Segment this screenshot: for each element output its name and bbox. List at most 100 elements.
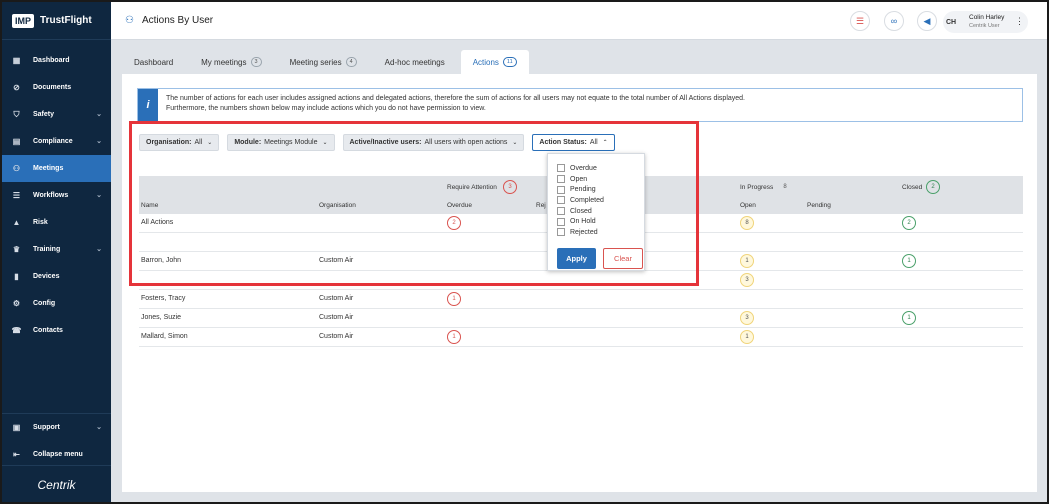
sidebar-item-support[interactable]: ▣ Support ⌄	[2, 414, 111, 441]
table-row[interactable]: Mallard, Simon Custom Air 1 1	[139, 328, 1023, 347]
overdue-count[interactable]: 2	[447, 216, 461, 230]
tab-meeting-series[interactable]: Meeting series 4	[278, 50, 369, 74]
table-row[interactable]: 3	[139, 271, 1023, 290]
sidebar-item-devices[interactable]: ▮ Devices	[2, 263, 111, 290]
sidebar-item-risk[interactable]: ▲ Risk	[2, 209, 111, 236]
sidebar: IMP TrustFlight ▦ Dashboard ⊘ Documents ⛉ Saf…	[2, 2, 111, 502]
row-name: Mallard, Simon	[141, 333, 188, 340]
workflow-icon: ☰	[12, 191, 21, 200]
imp-logo: IMP	[12, 13, 35, 28]
option-label: Rejected	[570, 228, 598, 236]
meetings-icon: ⚇	[12, 164, 21, 173]
tab-ad-hoc-meetings[interactable]: Ad-hoc meetings	[373, 50, 457, 74]
active-users-filter[interactable]: Active/Inactive users: All users with op…	[342, 134, 525, 151]
tab-count-badge: 3	[250, 57, 262, 67]
open-count[interactable]: 3	[740, 273, 754, 287]
row-name: All Actions	[141, 219, 174, 226]
sidebar-item-safety[interactable]: ⛉ Safety ⌄	[2, 101, 111, 128]
overdue-count[interactable]: 1	[447, 292, 461, 306]
col-name[interactable]: Name	[141, 202, 158, 209]
info-banner: i The number of actions for each user in…	[137, 88, 1023, 122]
sidebar-item-label: Support	[33, 424, 60, 431]
col-open[interactable]: Open	[740, 202, 756, 209]
sidebar-item-compliance[interactable]: ▤ Compliance ⌄	[2, 128, 111, 155]
checkbox[interactable]	[557, 185, 565, 194]
collapse-menu-button[interactable]: ⇤ Collapse menu	[2, 441, 111, 468]
sidebar-item-config[interactable]: ⚙ Config	[2, 290, 111, 317]
sidebar-item-label: Risk	[33, 219, 48, 226]
checkbox[interactable]	[557, 217, 565, 226]
filter-label: Active/Inactive users:	[349, 139, 422, 146]
closed-count[interactable]: 2	[902, 216, 916, 230]
actions-panel: i The number of actions for each user in…	[122, 74, 1037, 492]
tab-my-meetings[interactable]: My meetings 3	[189, 50, 273, 74]
chevron-down-icon: ⌄	[96, 246, 102, 253]
collapse-icon: ⇤	[13, 450, 20, 459]
info-icon: i	[138, 89, 158, 121]
status-option-overdue[interactable]: Overdue	[548, 163, 644, 174]
status-option-rejected[interactable]: Rejected	[548, 227, 644, 238]
module-filter[interactable]: Module: Meetings Module ⌄	[227, 134, 335, 151]
tab-actions[interactable]: Actions 11	[460, 50, 529, 74]
option-label: Completed	[570, 196, 604, 204]
option-label: On Hold	[570, 218, 596, 226]
chevron-down-icon: ⌄	[96, 424, 102, 431]
sidebar-item-dashboard[interactable]: ▦ Dashboard	[2, 47, 111, 74]
status-option-closed[interactable]: Closed	[548, 206, 644, 217]
row-name: Fosters, Tracy	[141, 295, 186, 302]
status-option-pending[interactable]: Pending	[548, 184, 644, 195]
filter-bar: Organisation: All ⌄ Module: Meetings Mod…	[139, 134, 623, 151]
chevron-down-icon: ⌄	[96, 192, 102, 199]
checkbox[interactable]	[557, 207, 565, 216]
open-count[interactable]: 1	[740, 254, 754, 268]
status-options: Overdue Open Pending Completed Closed On Hold…	[548, 163, 644, 238]
filter-value: All	[194, 139, 203, 146]
megaphone-icon[interactable]: ◀	[917, 11, 937, 31]
tab-label: Dashboard	[134, 57, 174, 67]
clear-button[interactable]: Clear	[603, 248, 643, 269]
sidebar-item-meetings[interactable]: ⚇ Meetings	[2, 155, 111, 182]
meetings-icon: ⚇	[125, 15, 134, 26]
checkbox[interactable]	[557, 196, 565, 205]
closed-count[interactable]: 1	[902, 254, 916, 268]
user-name: Colin Harley	[969, 14, 1005, 21]
col-rejected[interactable]: Rej	[536, 202, 546, 209]
col-overdue[interactable]: Overdue	[447, 202, 472, 209]
overdue-count[interactable]: 1	[447, 330, 461, 344]
sidebar-item-label: Documents	[33, 84, 72, 91]
action-status-filter[interactable]: Action Status: All ⌃	[532, 134, 615, 151]
filter-value: All users with open actions	[424, 139, 508, 146]
kebab-menu-icon[interactable]: ⋮	[1015, 16, 1024, 27]
table-row[interactable]: Fosters, Tracy Custom Air 1	[139, 290, 1023, 309]
graduation-icon: ♛	[12, 245, 21, 254]
col-pending[interactable]: Pending	[807, 202, 831, 209]
checkbox[interactable]	[557, 164, 565, 173]
closed-count[interactable]: 1	[902, 311, 916, 325]
brand[interactable]: IMP TrustFlight	[2, 2, 111, 40]
sidebar-item-workflows[interactable]: ☰ Workflows ⌄	[2, 182, 111, 209]
open-count[interactable]: 3	[740, 311, 754, 325]
in-progress-count: 8	[783, 184, 787, 190]
sidebar-item-training[interactable]: ♛ Training ⌄	[2, 236, 111, 263]
status-option-completed[interactable]: Completed	[548, 195, 644, 206]
list-icon[interactable]: ☰	[850, 11, 870, 31]
link-icon[interactable]: ∞	[884, 11, 904, 31]
col-organisation[interactable]: Organisation	[319, 202, 356, 209]
open-count[interactable]: 8	[740, 216, 754, 230]
checkbox[interactable]	[557, 175, 565, 184]
sidebar-item-documents[interactable]: ⊘ Documents	[2, 74, 111, 101]
organisation-filter[interactable]: Organisation: All ⌄	[139, 134, 220, 151]
apply-button[interactable]: Apply	[557, 248, 596, 269]
status-option-on-hold[interactable]: On Hold	[548, 216, 644, 227]
open-count[interactable]: 1	[740, 330, 754, 344]
info-text: The number of actions for each user incl…	[158, 89, 753, 121]
contacts-icon: ☎	[11, 326, 22, 335]
status-option-open[interactable]: Open	[548, 174, 644, 185]
row-organisation: Custom Air	[319, 257, 354, 264]
table-row[interactable]: Jones, Suzie Custom Air 3 1	[139, 309, 1023, 328]
checkbox[interactable]	[557, 228, 565, 237]
sidebar-item-contacts[interactable]: ☎ Contacts	[2, 317, 111, 344]
tab-dashboard[interactable]: Dashboard	[122, 50, 185, 74]
user-menu[interactable]: CH Colin Harley Centrik User ⋮	[943, 11, 1028, 33]
row-organisation: Custom Air	[319, 333, 354, 340]
